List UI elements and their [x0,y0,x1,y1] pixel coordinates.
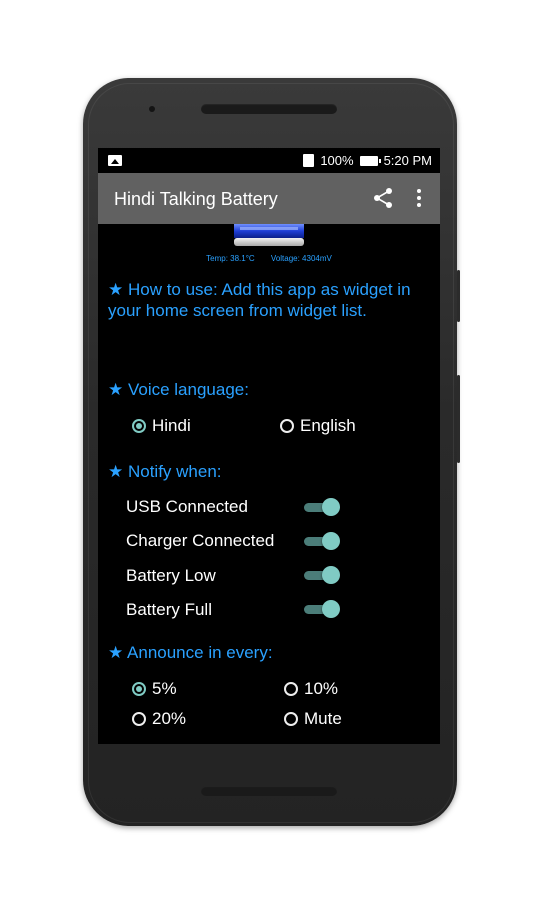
how-to-use-text: ★ How to use: Add this app as widget in … [108,280,411,320]
announce-20-radio[interactable]: 20% [132,709,186,729]
battery-percent: 100% [320,153,354,168]
radio-label: Mute [304,709,342,728]
voice-english-radio[interactable]: English [280,416,356,436]
app-toolbar: Hindi Talking Battery [98,173,440,224]
status-bar: 100% 5:20 PM [98,148,440,173]
radio-unchecked-icon [280,419,294,433]
radio-label: 20% [152,709,187,728]
radio-unchecked-icon [132,712,146,726]
radio-unchecked-icon [284,682,298,696]
usb-connected-switch[interactable] [302,497,340,517]
announce-10-radio[interactable]: 10% [284,679,338,699]
announce-mute-radio[interactable]: Mute [284,709,342,729]
gallery-notification-icon [108,155,122,166]
clock: 5:20 PM [383,153,432,168]
battery-icon [359,155,381,166]
radio-checked-icon [132,682,146,696]
battery-saver-icon [303,154,315,167]
radio-unchecked-icon [284,712,298,726]
charger-connected-switch[interactable] [302,531,340,551]
radio-label: Hindi [152,416,191,435]
volume-button [457,375,460,463]
voltage-text: Voltage: 4304mV [270,254,332,263]
battery-graphic-icon [234,224,304,246]
battery-full-label: Battery Full [126,600,212,619]
screen: 100% 5:20 PM Hindi Talking Battery Temp:… [98,148,440,744]
charger-connected-label: Charger Connected [126,531,275,550]
battery-full-switch[interactable] [302,599,340,619]
bottom-speaker [201,786,337,796]
temperature-text: Temp: 38.1°C [206,254,255,263]
announce-title: ★ Announce in every: [108,643,273,662]
status-right: 100% 5:20 PM [303,153,432,168]
power-button [457,270,460,322]
usb-connected-label: USB Connected [126,497,248,516]
radio-label: English [300,416,356,435]
voice-language-title: ★ Voice language: [108,380,249,399]
radio-label: 10% [304,679,339,698]
earpiece-speaker [201,104,337,114]
radio-label: 5% [152,679,177,698]
app-title: Hindi Talking Battery [114,189,278,209]
announce-5-radio[interactable]: 5% [132,679,177,699]
front-camera [149,106,155,112]
battery-stats: Temp: 38.1°C Voltage: 4304mV [98,254,440,263]
share-icon[interactable] [372,187,394,209]
battery-low-switch[interactable] [302,565,340,585]
voice-hindi-radio[interactable]: Hindi [132,416,191,436]
radio-checked-icon [132,419,146,433]
overflow-menu-icon[interactable] [416,189,422,209]
battery-low-label: Battery Low [126,566,216,585]
notify-when-title: ★ Notify when: [108,462,222,481]
